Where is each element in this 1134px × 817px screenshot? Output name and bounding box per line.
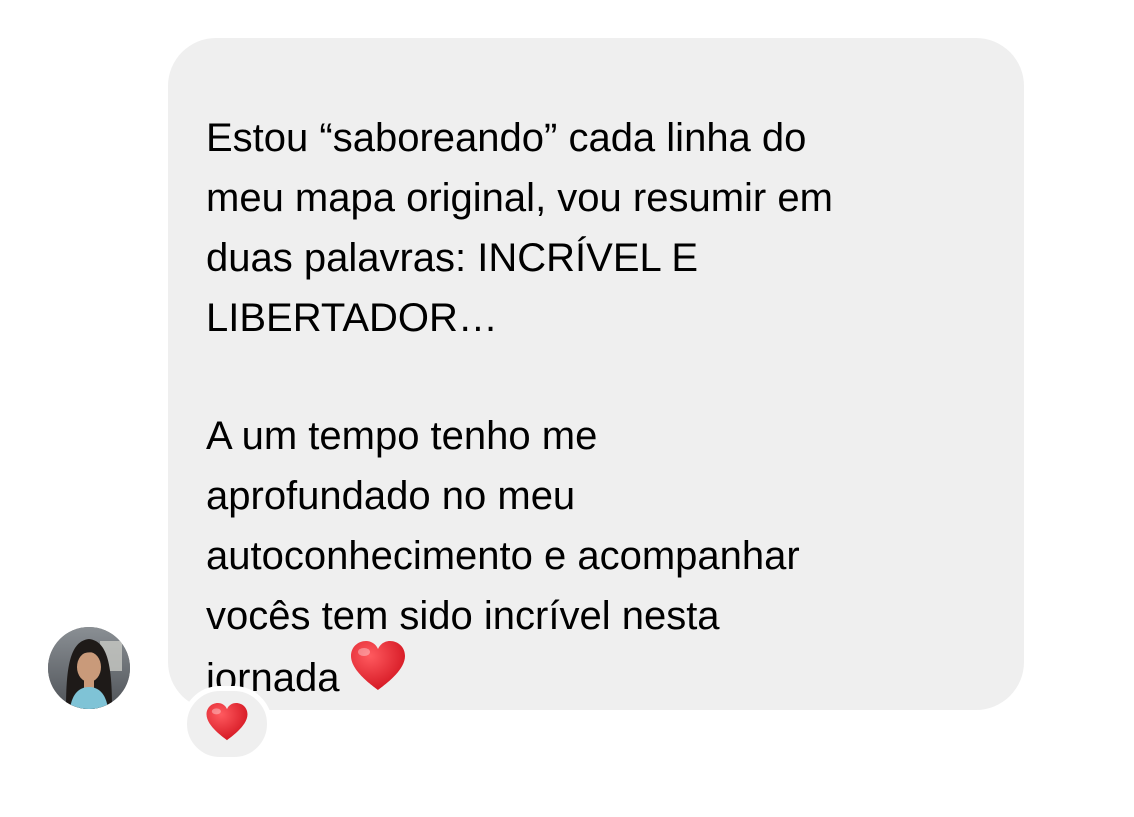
message-line: meu mapa original, vou resumir em <box>206 176 833 220</box>
avatar-photo <box>48 627 130 709</box>
sender-avatar[interactable] <box>48 627 130 709</box>
message-line: Estou “saboreando” cada linha do <box>206 116 807 160</box>
message-bubble[interactable]: Estou “saboreando” cada linha do meu map… <box>168 38 1024 710</box>
message-paragraph-1: Estou “saboreando” cada linha do meu map… <box>206 108 984 348</box>
red-heart-icon <box>205 702 249 747</box>
message-line: aprofundado no meu <box>206 474 576 518</box>
message-line-last: jornada <box>206 641 984 706</box>
message-paragraph-2: A um tempo tenho me aprofundado no meu a… <box>206 406 984 706</box>
message-line: duas palavras: INCRÍVEL E <box>206 236 699 280</box>
red-heart-icon <box>349 640 407 709</box>
reaction-badge[interactable] <box>182 686 272 762</box>
message-line: autoconhecimento e acompanhar <box>206 534 800 578</box>
chat-thread: Estou “saboreando” cada linha do meu map… <box>0 0 1134 817</box>
message-line: LIBERTADOR… <box>206 296 498 340</box>
message-line: A um tempo tenho me <box>206 414 598 458</box>
message-line: vocês tem sido incrível nesta <box>206 594 720 638</box>
